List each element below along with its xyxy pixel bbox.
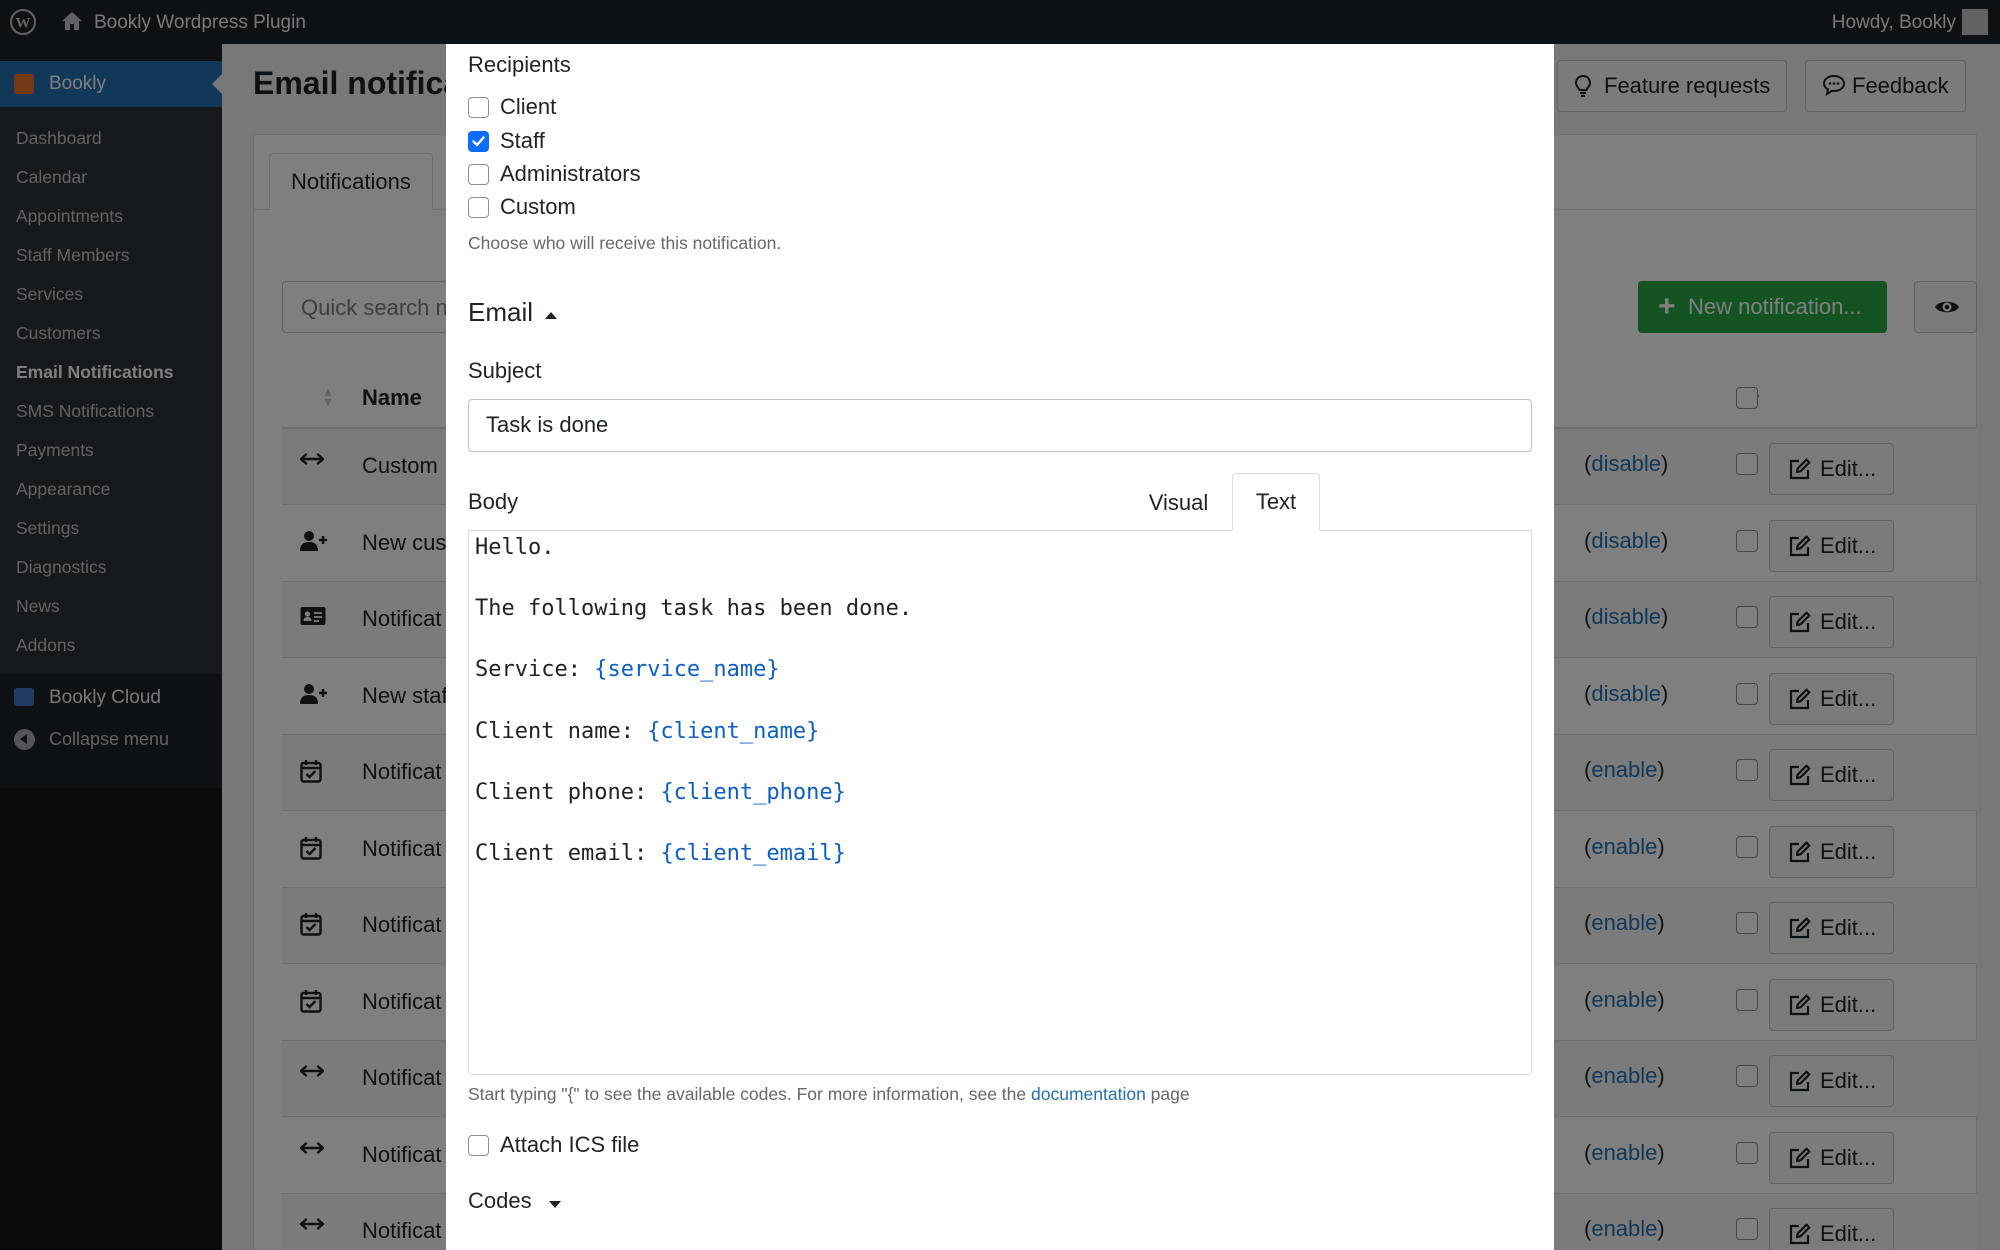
body-line [475, 686, 1525, 717]
checkbox-box[interactable] [468, 131, 489, 152]
caret-down-icon[interactable] [549, 1201, 561, 1208]
body-text: Client phone: [475, 779, 661, 805]
email-section-toggle[interactable]: Email [468, 297, 533, 328]
edit-notification-modal: Recipients Client Staff Administrators C… [446, 44, 1554, 1250]
body-label: Body [468, 489, 519, 514]
tab-visual[interactable]: Visual [1125, 474, 1232, 531]
subject-input[interactable]: Task is done [468, 399, 1532, 452]
checkbox-box[interactable] [468, 1135, 489, 1156]
checkbox-label: Staff [500, 128, 545, 153]
body-line: Hello. [475, 533, 1525, 564]
body-help-suffix: page [1145, 1084, 1190, 1104]
body-line: Client phone: {client_phone} [475, 778, 1525, 809]
recipients-label: Recipients [468, 52, 571, 77]
body-text: Client email: [475, 840, 661, 866]
body-line [475, 625, 1525, 656]
checkbox-label: Custom [500, 194, 576, 219]
checkbox-label: Administrators [500, 161, 641, 186]
recipients-help-text: Choose who will receive this notificatio… [468, 233, 782, 253]
body-line: The following task has been done. [475, 594, 1525, 625]
body-line: Client name: {client_name} [475, 717, 1525, 748]
body-help-text: Start typing "{" to see the available co… [468, 1084, 1190, 1105]
body-text: Service: [475, 657, 595, 683]
body-line: Service: {service_name} [475, 655, 1525, 686]
checkbox-box[interactable] [468, 164, 489, 185]
template-code: {service_name} [594, 657, 780, 683]
checkmark-icon [472, 136, 485, 147]
template-code: {client_email} [660, 840, 846, 866]
caret-up-icon[interactable] [545, 312, 557, 319]
body-text: Client name: [475, 718, 648, 744]
template-code: {client_phone} [660, 779, 846, 805]
body-text: Hello. [475, 535, 555, 560]
body-text: The following task has been done. [475, 596, 913, 622]
tab-text[interactable]: Text [1232, 473, 1320, 531]
body-textarea[interactable]: Hello. The following task has been done. S… [468, 530, 1532, 1075]
codes-toggle[interactable]: Codes [468, 1188, 532, 1214]
documentation-link[interactable]: documentation [1031, 1084, 1146, 1104]
body-help-prefix: Start typing "{" to see the available co… [468, 1084, 1031, 1104]
checkbox-box[interactable] [468, 197, 489, 218]
body-line [475, 564, 1525, 595]
subject-label: Subject [468, 358, 542, 383]
template-code: {client_name} [647, 718, 820, 744]
body-line [475, 747, 1525, 778]
body-line [475, 808, 1525, 839]
checkbox-box[interactable] [468, 97, 489, 118]
checkbox-label: Attach ICS file [500, 1132, 640, 1157]
checkbox-label: Client [500, 94, 557, 119]
body-line: Client email: {client_email} [475, 839, 1525, 870]
